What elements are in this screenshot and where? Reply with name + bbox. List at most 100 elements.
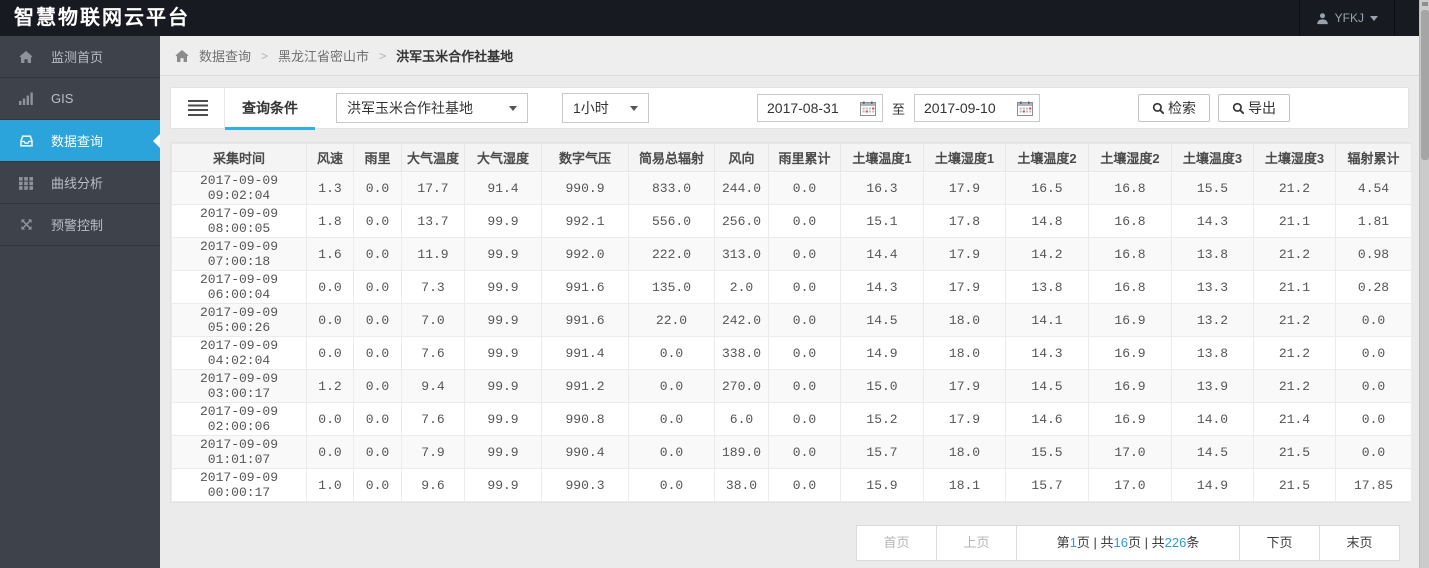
cell-value: 15.7 [840, 435, 924, 469]
cell-value: 21.5 [1253, 468, 1336, 502]
active-arrow-icon [153, 133, 160, 148]
cell-value: 0.0 [353, 435, 402, 469]
data-table-panel: 采集时间 风速 雨里 大气温度 大气湿度 数字气压 简易总辐射 风向 雨里累计 土壤温度1 土壤湿度… [170, 142, 1412, 503]
cell-value: 6.0 [714, 402, 769, 436]
page-info-text: 第 [1056, 535, 1070, 550]
cell-value: 556.0 [628, 204, 715, 238]
table-row: 2017-09-09 09:02:04 1.3 0.0 17.7 91.4 990.9 83… [171, 171, 1412, 205]
table-row: 2017-09-09 02:00:06 0.0 0.0 7.6 99.9 990.8 0.0… [171, 402, 1412, 436]
cell-value: 14.1 [1005, 303, 1089, 337]
scrollbar-thumb[interactable] [1421, 10, 1429, 160]
cell-value: 0.0 [306, 303, 354, 337]
table-row: 2017-09-09 06:00:04 0.0 0.0 7.3 99.9 991.6 135… [171, 270, 1412, 304]
sidebar-item-label: 曲线分析 [51, 176, 104, 191]
sidebar-item-monitor-home[interactable]: 监测首页 [0, 36, 160, 78]
cell-value: 7.6 [401, 402, 465, 436]
cell-value: 990.8 [541, 402, 629, 436]
cell-value: 18.1 [923, 468, 1006, 502]
page-info-text: 条 [1186, 535, 1200, 550]
cell-value: 189.0 [714, 435, 769, 469]
grid-icon [18, 176, 34, 190]
breadcrumb-item-city[interactable]: 黑龙江省密山市 [278, 46, 369, 65]
user-menu[interactable]: YFKJ [1298, 0, 1395, 36]
signal-icon [18, 92, 34, 105]
menu-toggle-icon[interactable] [188, 100, 208, 116]
cell-value: 15.2 [840, 402, 924, 436]
sidebar-item-curve-analysis[interactable]: 曲线分析 [0, 162, 160, 204]
table-body: 2017-09-09 09:02:04 1.3 0.0 17.7 91.4 990.9 83… [171, 171, 1412, 502]
first-page-button[interactable]: 首页 [856, 525, 937, 561]
scroll-up-arrow-icon[interactable] [1422, 2, 1428, 6]
cell-value: 4.54 [1335, 171, 1412, 205]
export-button[interactable]: 导出 [1218, 94, 1290, 122]
prev-page-button[interactable]: 上页 [936, 525, 1017, 561]
cell-value: 16.9 [1088, 402, 1172, 436]
cell-value: 15.0 [840, 369, 924, 403]
column-header: 风速 [306, 143, 354, 172]
cell-value: 0.0 [353, 204, 402, 238]
interval-select[interactable]: 1小时 [562, 93, 649, 123]
cell-value: 22.0 [628, 303, 715, 337]
cell-value: 13.2 [1171, 303, 1254, 337]
cell-collect-time: 2017-09-09 07:00:18 [171, 237, 307, 271]
tab-query-conditions[interactable]: 查询条件 [225, 87, 315, 130]
cell-value: 0.0 [628, 435, 715, 469]
cell-value: 17.85 [1335, 468, 1412, 502]
cell-value: 14.5 [1171, 435, 1254, 469]
calendar-icon[interactable] [1017, 101, 1034, 116]
chevron-down-icon [509, 105, 517, 111]
cell-value: 14.5 [1005, 369, 1089, 403]
cell-value: 17.0 [1088, 468, 1172, 502]
calendar-icon[interactable] [860, 101, 876, 116]
breadcrumb: 数据查询 > 黑龙江省密山市 > 洪军玉米合作社基地 [160, 36, 1419, 76]
cell-value: 14.5 [840, 303, 924, 337]
column-header: 土壤温度3 [1171, 143, 1254, 172]
cell-value: 242.0 [714, 303, 769, 337]
sidebar-item-data-query[interactable]: 数据查询 [0, 120, 160, 162]
cell-value: 992.0 [541, 237, 629, 271]
vertical-scrollbar[interactable] [1419, 0, 1429, 568]
cell-value: 990.3 [541, 468, 629, 502]
date-from-value: 2017-08-31 [767, 100, 839, 116]
column-header: 雨里 [353, 143, 402, 172]
cell-value: 1.0 [306, 468, 354, 502]
cell-value: 0.0 [768, 369, 841, 403]
column-header: 辐射累计 [1335, 143, 1412, 172]
interval-select-value: 1小时 [573, 100, 609, 116]
last-page-button[interactable]: 末页 [1319, 525, 1400, 561]
breadcrumb-separator: > [379, 48, 387, 63]
date-to-input[interactable]: 2017-09-10 [914, 94, 1041, 122]
cell-value: 17.9 [923, 270, 1006, 304]
cell-value: 14.8 [1005, 204, 1089, 238]
cell-value: 0.0 [353, 369, 402, 403]
active-tab-underline [225, 127, 315, 130]
cell-value: 16.8 [1088, 171, 1172, 205]
sidebar-item-gis[interactable]: GIS [0, 78, 160, 120]
cell-value: 990.4 [541, 435, 629, 469]
cell-value: 991.6 [541, 270, 629, 304]
station-select[interactable]: 洪军玉米合作社基地 [336, 93, 528, 123]
cell-collect-time: 2017-09-09 08:00:05 [171, 204, 307, 238]
total-records-number: 226 [1164, 535, 1187, 550]
next-page-button[interactable]: 下页 [1239, 525, 1320, 561]
cell-collect-time: 2017-09-09 06:00:04 [171, 270, 307, 304]
cell-value: 0.98 [1335, 237, 1412, 271]
cell-value: 15.9 [840, 468, 924, 502]
cell-value: 7.9 [401, 435, 465, 469]
column-header: 采集时间 [171, 143, 307, 172]
search-button[interactable]: 检索 [1138, 94, 1210, 122]
cell-value: 991.2 [541, 369, 629, 403]
cell-collect-time: 2017-09-09 03:00:17 [171, 369, 307, 403]
cell-value: 15.5 [1171, 171, 1254, 205]
date-range-separator: 至 [892, 101, 906, 117]
home-icon [175, 49, 189, 63]
breadcrumb-item-data-query[interactable]: 数据查询 [199, 46, 251, 65]
table-header-row: 采集时间 风速 雨里 大气温度 大气湿度 数字气压 简易总辐射 风向 雨里累计 土壤温度1 土壤湿度… [171, 143, 1412, 172]
sidebar-item-alert-control[interactable]: 预警控制 [0, 204, 160, 246]
cell-value: 2.0 [714, 270, 769, 304]
cell-value: 99.9 [464, 270, 542, 304]
column-header: 大气湿度 [464, 143, 542, 172]
date-from-input[interactable]: 2017-08-31 [757, 94, 883, 122]
page-info-text: 页 | 共 [1128, 535, 1165, 550]
cell-value: 99.9 [464, 204, 542, 238]
